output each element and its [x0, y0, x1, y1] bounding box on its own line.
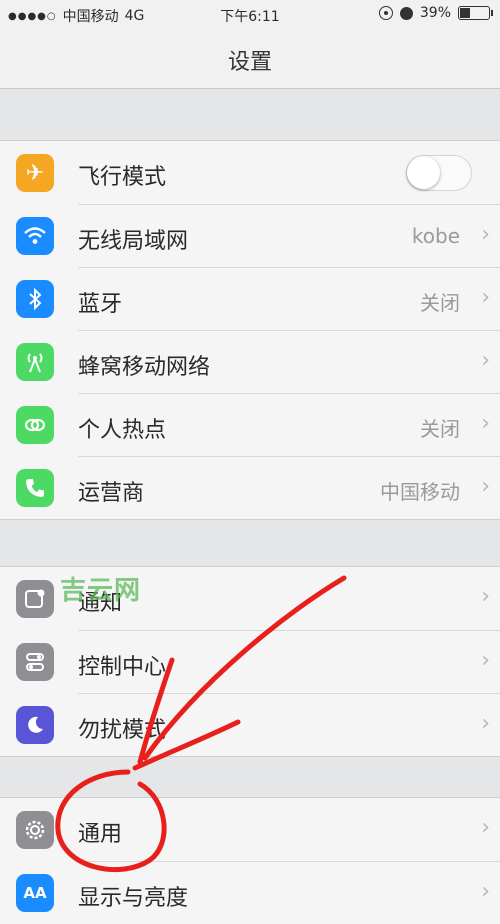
airplane-icon: ✈ [16, 154, 54, 192]
chevron-right-icon: › [481, 648, 490, 673]
notifications-icon [16, 580, 54, 618]
wifi-network-value: kobe [411, 224, 460, 248]
row-label: 运营商 [78, 481, 145, 506]
settings-row-carrier[interactable]: 运营商 中国移动 › [0, 456, 500, 519]
battery-icon [458, 6, 493, 20]
wifi-icon [16, 217, 54, 255]
settings-row-control-center[interactable]: 控制中心 › [0, 630, 500, 693]
settings-group-general: 通用 › AA 显示与亮度 › [0, 797, 500, 924]
row-label: 显示与亮度 [78, 886, 189, 911]
watermark: 吉云网 [60, 576, 142, 606]
bluetooth-value: 关闭 [420, 291, 460, 315]
settings-row-cellular[interactable]: 蜂窝移动网络 › [0, 330, 500, 393]
settings-row-display-brightness[interactable]: AA 显示与亮度 › [0, 861, 500, 924]
airplane-mode-toggle[interactable] [406, 155, 472, 191]
row-label: 个人热点 [78, 418, 167, 443]
status-right: 39% [378, 5, 493, 21]
settings-row-wifi[interactable]: 无线局域网 kobe › [0, 204, 500, 267]
settings-row-hotspot[interactable]: 个人热点 关闭 › [0, 393, 500, 456]
row-label: 勿扰模式 [78, 718, 167, 743]
status-bar: ●●●●○ 中国移动 4G 下午6:11 39% [0, 0, 500, 30]
gear-icon [16, 811, 54, 849]
settings-row-do-not-disturb[interactable]: 勿扰模式 › [0, 693, 500, 756]
chevron-right-icon: › [481, 285, 490, 310]
hotspot-icon [16, 406, 54, 444]
settings-group-connectivity: ✈ 飞行模式 无线局域网 kobe › 蓝牙 关闭 › 蜂窝移动网络 › 个人热… [0, 140, 500, 520]
chevron-right-icon: › [481, 474, 490, 499]
control-center-icon [16, 643, 54, 681]
carrier-value: 中国移动 [380, 480, 460, 504]
settings-row-airplane-mode[interactable]: ✈ 飞行模式 [0, 141, 500, 204]
row-label: 飞行模式 [78, 165, 167, 190]
row-label: 通用 [78, 822, 123, 847]
alarm-icon [399, 6, 413, 20]
nav-bar: 设置 [0, 30, 500, 89]
chevron-right-icon: › [481, 711, 490, 736]
chevron-right-icon: › [481, 584, 490, 609]
moon-icon [16, 706, 54, 744]
settings-row-general[interactable]: 通用 › [0, 798, 500, 861]
chevron-right-icon: › [481, 815, 490, 840]
chevron-right-icon: › [481, 348, 490, 373]
row-label: 蓝牙 [78, 292, 123, 317]
chevron-right-icon: › [481, 879, 490, 904]
cellular-icon [16, 343, 54, 381]
page-title: 设置 [227, 50, 272, 75]
battery-percent: 39% [419, 5, 451, 21]
hotspot-value: 关闭 [420, 417, 460, 441]
phone-icon [16, 469, 54, 507]
chevron-right-icon: › [481, 411, 490, 436]
settings-row-bluetooth[interactable]: 蓝牙 关闭 › [0, 267, 500, 330]
row-label: 无线局域网 [78, 229, 189, 254]
chevron-right-icon: › [481, 222, 490, 247]
bluetooth-icon [16, 280, 54, 318]
orientation-lock-icon [378, 6, 393, 20]
row-label: 蜂窝移动网络 [78, 355, 211, 380]
display-brightness-icon: AA [16, 874, 54, 912]
row-label: 控制中心 [78, 655, 167, 680]
